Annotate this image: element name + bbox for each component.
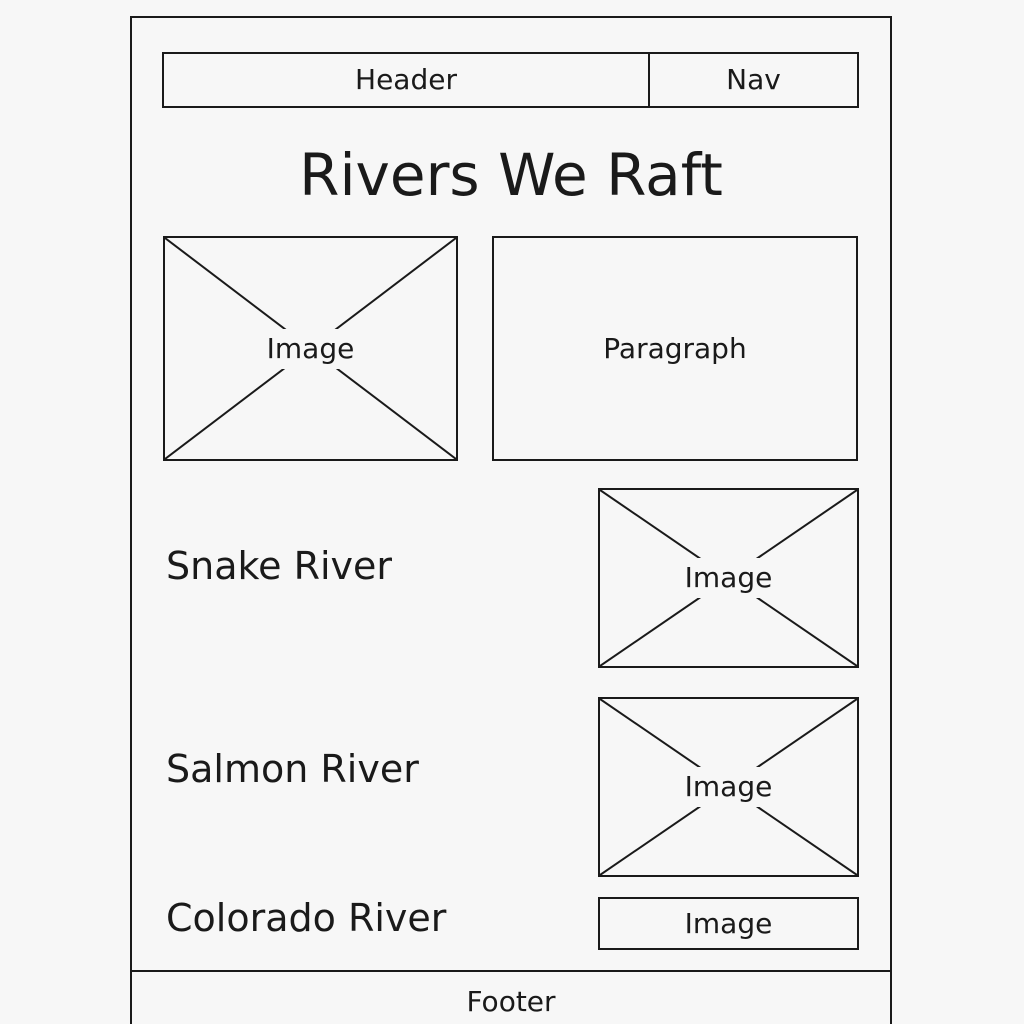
salmon-river-image-placeholder: Image [598,697,859,877]
footer-label: Footer [466,985,556,1018]
snake-river-image-placeholder: Image [598,488,859,668]
paragraph-label: Paragraph [603,331,747,365]
header-label: Header [355,63,457,96]
river-name-colorado: Colorado River [166,896,447,940]
salmon-river-image-label: Image [674,767,783,807]
intro-paragraph-placeholder: Paragraph [492,236,858,461]
intro-image-placeholder: Image [163,236,458,461]
footer-divider [130,970,892,972]
river-name-snake: Snake River [166,544,393,588]
river-name-salmon: Salmon River [166,747,419,791]
intro-image-label: Image [256,328,365,369]
colorado-river-image-placeholder: Image [598,897,859,950]
colorado-river-image-label: Image [684,906,773,940]
nav-label: Nav [726,63,781,96]
nav-placeholder: Nav [648,52,859,108]
snake-river-image-label: Image [674,558,783,598]
header-placeholder: Header [162,52,650,108]
page-title: Rivers We Raft [299,141,723,209]
